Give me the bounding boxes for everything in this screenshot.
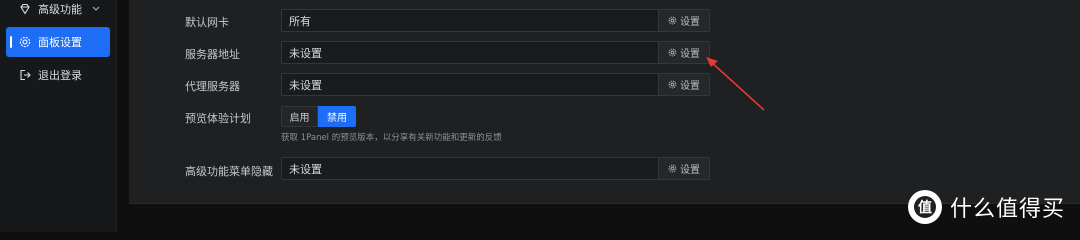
- sidebar-item-logout[interactable]: 退出登录: [6, 60, 110, 90]
- sidebar-item-panel-settings[interactable]: 面板设置: [6, 27, 110, 57]
- disable-option[interactable]: 禁用: [318, 106, 356, 127]
- advanced-menu-hide-field: 未设置 设置: [281, 157, 710, 180]
- server-address-label: 服务器地址: [185, 48, 240, 61]
- default-nic-set-button[interactable]: 设置: [658, 10, 709, 31]
- logout-icon: [18, 68, 32, 82]
- preview-program-label: 预览体验计划: [185, 112, 251, 125]
- sidebar-item-label: 高级功能: [38, 3, 82, 16]
- default-nic-label: 默认网卡: [185, 16, 229, 29]
- sidebar-item-label: 退出登录: [38, 69, 82, 82]
- default-nic-value: 所有: [289, 14, 311, 28]
- gear-icon: [18, 35, 32, 49]
- proxy-server-value: 未设置: [289, 78, 322, 92]
- sidebar: 高级功能 面板设置 退出登录: [0, 0, 117, 232]
- gear-icon: [668, 80, 677, 89]
- preview-program-toggle: 启用 禁用: [281, 106, 356, 127]
- gear-icon: [668, 48, 677, 57]
- server-address-field: 未设置 设置: [281, 41, 710, 64]
- button-label: 设置: [680, 17, 700, 28]
- sidebar-item-label: 面板设置: [38, 36, 82, 49]
- server-address-value: 未设置: [289, 46, 322, 60]
- button-label: 设置: [680, 81, 700, 92]
- advanced-menu-hide-set-button[interactable]: 设置: [658, 158, 709, 179]
- button-label: 设置: [680, 165, 700, 176]
- active-indicator: [10, 36, 12, 48]
- preview-program-hint: 获取 1Panel 的预览版本，以分享有关新功能和更新的反馈: [281, 133, 502, 143]
- diamond-icon: [18, 2, 32, 16]
- proxy-server-field: 未设置 设置: [281, 73, 710, 96]
- gear-icon: [668, 16, 677, 25]
- proxy-server-label: 代理服务器: [185, 80, 240, 93]
- annotation-arrow: [706, 57, 765, 111]
- advanced-menu-hide-label: 高级功能菜单隐藏: [185, 165, 273, 178]
- watermark: 值 什么值得买: [908, 190, 1065, 224]
- enable-option[interactable]: 启用: [281, 106, 318, 127]
- advanced-menu-hide-value: 未设置: [289, 162, 322, 176]
- button-label: 设置: [680, 49, 700, 60]
- watermark-text: 什么值得买: [950, 197, 1066, 222]
- default-nic-field: 所有 设置: [281, 9, 710, 32]
- chevron-down-icon[interactable]: [92, 2, 100, 15]
- logo-char: 值: [914, 196, 936, 218]
- gear-icon: [668, 164, 677, 173]
- watermark-logo-icon: 值: [908, 190, 942, 224]
- sidebar-item-advanced[interactable]: 高级功能: [6, 0, 110, 24]
